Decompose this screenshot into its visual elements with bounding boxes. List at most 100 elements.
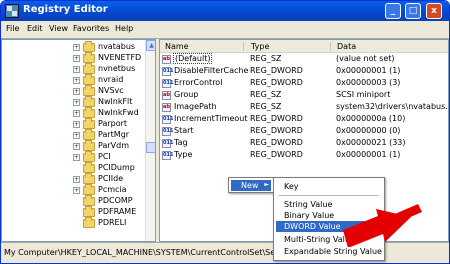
value-name: ImagePath: [174, 102, 217, 111]
value-type: REG_DWORD: [250, 66, 303, 75]
tree-item-label: PCIDump: [98, 163, 135, 172]
folder-icon: [83, 140, 95, 151]
column-type[interactable]: Type: [251, 42, 269, 51]
value-data: (value not set): [336, 54, 395, 63]
folder-icon: [83, 151, 95, 162]
value-row-disablefiltercache[interactable]: 011 DisableFilterCache REG_DWORD 0x00000001…: [160, 66, 448, 77]
menu-view[interactable]: View: [49, 24, 68, 33]
expand-toggle[interactable]: +: [73, 176, 80, 183]
string-value-icon: ab: [162, 55, 171, 64]
expand-toggle[interactable]: +: [73, 44, 80, 51]
value-type: REG_DWORD: [250, 138, 303, 147]
column-divider[interactable]: [243, 42, 244, 51]
value-row-imagepath[interactable]: ab ImagePath REG_SZ system32\drivers\nvatab…: [160, 102, 448, 113]
tree-item-label: PCIIde: [98, 174, 124, 183]
value-type: REG_SZ: [250, 90, 282, 99]
tree-scrollbar[interactable]: ▲: [145, 40, 155, 241]
value-data: 0x00000021 (33): [336, 138, 406, 147]
value-name: (Default): [172, 53, 213, 64]
menu-file[interactable]: File: [6, 24, 19, 33]
value-type: REG_SZ: [250, 54, 282, 63]
menu-item-label: Key: [284, 182, 299, 191]
context-menu: New ►: [228, 177, 274, 193]
tree-item-label: PDRELI: [98, 218, 127, 227]
folder-icon: [83, 41, 95, 52]
value-type: REG_DWORD: [250, 150, 303, 159]
folder-icon: [83, 96, 95, 107]
annotation-arrow-icon: [343, 204, 422, 247]
expand-toggle[interactable]: +: [73, 143, 80, 150]
value-row-default[interactable]: ab (Default) REG_SZ (value not set): [160, 53, 448, 65]
new-expandable-string-value-item[interactable]: Expandable String Value: [276, 246, 382, 257]
value-name: ErrorControl: [174, 78, 223, 87]
status-path: My Computer\HKEY_LOCAL_MACHINE\SYSTEM\Cu…: [4, 248, 307, 257]
value-data: 0x00000001 (1): [336, 150, 401, 159]
tree-item-label: nvnetbus: [98, 64, 136, 73]
folder-icon: [83, 206, 95, 217]
expand-toggle[interactable]: +: [73, 77, 80, 84]
value-type: REG_DWORD: [250, 78, 303, 87]
new-menu-item[interactable]: New ►: [231, 180, 271, 191]
folder-icon: [83, 195, 95, 206]
value-row-errorcontrol[interactable]: 011 ErrorControl REG_DWORD 0x00000003 (3): [160, 78, 448, 89]
registry-editor-icon: [5, 4, 19, 18]
tree-item-label: PartMgr: [98, 130, 130, 139]
value-type: REG_DWORD: [250, 114, 303, 123]
tree-item-label: NwlnkFlt: [98, 97, 133, 106]
folder-icon: [83, 129, 95, 140]
expand-toggle[interactable]: +: [73, 55, 80, 62]
menu-edit[interactable]: Edit: [27, 24, 43, 33]
value-row-start[interactable]: 011 Start REG_DWORD 0x00000000 (0): [160, 126, 448, 137]
value-data: 0x00000000 (0): [336, 126, 401, 135]
column-name[interactable]: Name: [165, 42, 189, 51]
expand-toggle[interactable]: +: [73, 99, 80, 106]
maximize-button[interactable]: □: [405, 3, 421, 19]
new-key-item[interactable]: Key: [276, 181, 382, 192]
value-name: Tag: [174, 138, 188, 147]
value-row-tag[interactable]: 011 Tag REG_DWORD 0x00000021 (33): [160, 138, 448, 149]
expand-toggle[interactable]: +: [73, 187, 80, 194]
expand-toggle[interactable]: +: [73, 121, 80, 128]
value-row-incrementtimeout[interactable]: 011 IncrementTimeout REG_DWORD 0x0000000a (…: [160, 114, 448, 125]
value-type: REG_SZ: [250, 102, 282, 111]
dword-value-icon: 011: [162, 115, 174, 124]
folder-icon: [83, 52, 95, 63]
folder-icon: [83, 184, 95, 195]
tree-item-label: PDCOMP: [98, 196, 133, 205]
tree-item-label: PDFRAME: [98, 207, 137, 216]
expand-toggle[interactable]: +: [73, 154, 80, 161]
value-row-group[interactable]: ab Group REG_SZ SCSI miniport: [160, 90, 448, 101]
expand-toggle[interactable]: +: [73, 110, 80, 117]
menu-help[interactable]: Help: [115, 24, 133, 33]
title-bar[interactable]: Registry Editor _ □ x: [1, 1, 449, 21]
close-button[interactable]: x: [426, 3, 442, 19]
list-header: Name Type Data: [160, 40, 448, 53]
dword-value-icon: 011: [162, 79, 174, 88]
window-title: Registry Editor: [23, 4, 108, 15]
string-value-icon: ab: [162, 103, 171, 112]
column-data[interactable]: Data: [337, 42, 356, 51]
dword-value-icon: 011: [162, 139, 174, 148]
column-divider[interactable]: [330, 42, 331, 51]
menu-bar: File Edit View Favorites Help: [1, 21, 449, 39]
string-value-icon: ab: [162, 91, 171, 100]
minimize-button[interactable]: _: [385, 3, 401, 19]
registry-tree[interactable]: + nvatabus + NVENETFD + nvnetbus + nvraid + N…: [1, 39, 156, 242]
expand-toggle[interactable]: +: [73, 66, 80, 73]
expand-toggle[interactable]: +: [73, 88, 80, 95]
value-name: DisableFilterCache: [174, 66, 249, 75]
scroll-up-button[interactable]: ▲: [146, 40, 155, 51]
submenu-arrow-icon: ►: [264, 181, 269, 188]
menu-item-label: Expandable String Value: [284, 247, 382, 256]
value-row-type[interactable]: 011 Type REG_DWORD 0x00000001 (1): [160, 150, 448, 161]
menu-favorites[interactable]: Favorites: [73, 24, 109, 33]
expand-toggle[interactable]: +: [73, 132, 80, 139]
value-data: SCSI miniport: [336, 90, 391, 99]
tree-item-label: PCI: [98, 152, 111, 161]
value-name: IncrementTimeout: [174, 114, 248, 123]
value-data: 0x00000003 (3): [336, 78, 401, 87]
value-name: Type: [174, 150, 193, 159]
scroll-thumb[interactable]: [146, 142, 155, 153]
tree-item-label: NVENETFD: [98, 53, 142, 62]
value-type: REG_DWORD: [250, 126, 303, 135]
